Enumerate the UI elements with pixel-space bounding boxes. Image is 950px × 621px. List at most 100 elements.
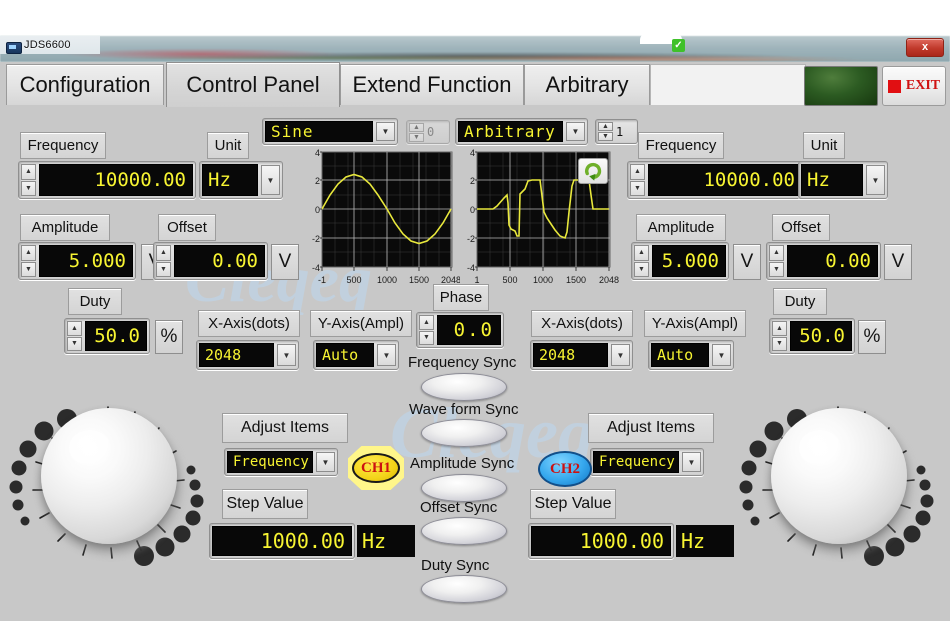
- ch1-unit-select[interactable]: Hz ▼: [199, 161, 283, 199]
- ch2-step-value-field[interactable]: 1000.00: [528, 523, 674, 559]
- svg-text:-4: -4: [467, 263, 475, 273]
- ch2-badge: CH2: [538, 451, 592, 487]
- ch2-frequency-field[interactable]: ▲ ▼ 10000.00: [627, 161, 805, 199]
- ch1-yaxis-value: Auto: [316, 343, 374, 367]
- ch2-xaxis-label: X-Axis(dots): [531, 310, 633, 337]
- ch2-waveform-index-stepper[interactable]: ▲ ▼ 1: [595, 119, 638, 144]
- ch1-waveform-select[interactable]: Sine ▼: [262, 118, 398, 145]
- ch1-rotary-knob[interactable]: [8, 395, 208, 580]
- chevron-down-icon[interactable]: ▼: [377, 344, 396, 366]
- ch1-duty-value: 50.0: [85, 321, 147, 351]
- chevron-down-icon[interactable]: ▼: [866, 165, 885, 195]
- ch2-xaxis-value: 2048: [533, 343, 608, 367]
- refresh-icon[interactable]: [578, 158, 608, 184]
- ch1-xaxis-label: X-Axis(dots): [198, 310, 300, 337]
- chevron-down-icon[interactable]: ▼: [277, 344, 296, 366]
- ch2-yaxis-select[interactable]: Auto ▼: [648, 340, 734, 370]
- ch2-unit-select[interactable]: Hz ▼: [798, 161, 888, 199]
- ch1-step-value: 1000.00: [212, 526, 352, 556]
- spinner[interactable]: ▲ ▼: [772, 321, 787, 351]
- exit-button[interactable]: EXIT: [882, 66, 946, 106]
- svg-text:0: 0: [315, 205, 320, 215]
- spinner[interactable]: ▲ ▼: [630, 164, 645, 196]
- ch2-frequency-label: Frequency: [638, 132, 724, 159]
- spinner[interactable]: ▲ ▼: [67, 321, 82, 351]
- spinner[interactable]: ▲ ▼: [419, 315, 434, 345]
- ch1-offset-label: Offset: [158, 214, 216, 241]
- spinner[interactable]: ▲ ▼: [21, 245, 36, 277]
- ch2-xaxis-select[interactable]: 2048 ▼: [530, 340, 633, 370]
- tab-extend-function[interactable]: Extend Function: [340, 64, 524, 105]
- ch1-offset-value: 0.00: [174, 245, 265, 277]
- knob-body[interactable]: [771, 408, 907, 544]
- green-check-icon: ✓: [672, 39, 685, 52]
- ch2-step-value-label: Step Value: [530, 489, 616, 519]
- ch2-adjust-items-select[interactable]: Frequency ▼: [590, 448, 704, 476]
- chevron-down-icon[interactable]: ▼: [712, 344, 731, 366]
- spinner[interactable]: ▲ ▼: [634, 245, 649, 277]
- tab-control-panel[interactable]: Control Panel: [166, 62, 340, 107]
- knob-body[interactable]: [41, 408, 177, 544]
- spinner[interactable]: ▲ ▼: [598, 122, 613, 141]
- spinner[interactable]: ▲ ▼: [21, 164, 36, 196]
- ch1-yaxis-select[interactable]: Auto ▼: [313, 340, 399, 370]
- ch1-adjust-items-value: Frequency: [227, 451, 313, 473]
- svg-text:1500: 1500: [566, 275, 586, 285]
- chevron-down-icon[interactable]: ▼: [611, 344, 630, 366]
- ch1-adjust-items-label: Adjust Items: [222, 413, 348, 443]
- ch2-step-value: 1000.00: [531, 526, 671, 556]
- amplitude-sync-button[interactable]: [421, 474, 507, 502]
- phase-field[interactable]: ▲ ▼ 0.0: [416, 312, 504, 348]
- ch2-adjust-items-label: Adjust Items: [588, 413, 714, 443]
- ch1-offset-field[interactable]: ▲ ▼ 0.00: [153, 242, 268, 280]
- chevron-down-icon[interactable]: ▼: [316, 452, 335, 472]
- app-root: ✓ JDS6600 x Cleqeq Cleqeq Configuration …: [0, 0, 950, 621]
- frequency-sync-label: Frequency Sync: [408, 354, 517, 371]
- waveform-sync-label: Wave form Sync: [409, 401, 519, 418]
- svg-text:2048: 2048: [599, 275, 619, 285]
- svg-text:-2: -2: [312, 234, 320, 244]
- ch2-frequency-value: 10000.00: [648, 164, 802, 196]
- ch1-frequency-value: 10000.00: [39, 164, 193, 196]
- tab-configuration[interactable]: Configuration: [6, 64, 164, 105]
- ch1-frequency-field[interactable]: ▲ ▼ 10000.00: [18, 161, 196, 199]
- duty-sync-button[interactable]: [421, 575, 507, 603]
- ch1-badge-label: CH1: [352, 453, 400, 483]
- chevron-down-icon[interactable]: ▼: [261, 165, 280, 195]
- ch1-adjust-items-select[interactable]: Frequency ▼: [224, 448, 338, 476]
- ch1-duty-unit: %: [155, 320, 183, 354]
- ch1-unit-label: Unit: [207, 132, 249, 159]
- tab-arbitrary[interactable]: Arbitrary: [524, 64, 650, 105]
- svg-text:2: 2: [470, 176, 475, 186]
- ch1-frequency-label: Frequency: [20, 132, 106, 159]
- close-window-button[interactable]: x: [906, 38, 944, 57]
- frequency-sync-button[interactable]: [421, 373, 507, 401]
- ch1-amplitude-field[interactable]: ▲ ▼ 5.000: [18, 242, 136, 280]
- ch2-unit-label: Unit: [803, 132, 845, 159]
- ch1-waveform-value: Sine: [265, 121, 373, 142]
- ch2-amplitude-field[interactable]: ▲ ▼ 5.000: [631, 242, 729, 280]
- ch2-offset-field[interactable]: ▲ ▼ 0.00: [766, 242, 881, 280]
- waveform-sync-button[interactable]: [421, 419, 507, 447]
- ch2-waveform-select[interactable]: Arbitrary ▼: [455, 118, 588, 145]
- offset-sync-button[interactable]: [421, 517, 507, 545]
- phase-label: Phase: [433, 284, 489, 311]
- ch1-duty-label: Duty: [68, 288, 122, 315]
- ch2-offset-label: Offset: [772, 214, 830, 241]
- tab-bar: Configuration Control Panel Extend Funct…: [0, 62, 950, 107]
- ch1-xaxis-select[interactable]: 2048 ▼: [196, 340, 299, 370]
- ch2-yaxis-label: Y-Axis(Ampl): [644, 310, 746, 337]
- spinner[interactable]: ▲ ▼: [156, 245, 171, 277]
- chevron-down-icon[interactable]: ▼: [566, 122, 585, 141]
- ch1-duty-field[interactable]: ▲ ▼ 50.0: [64, 318, 150, 354]
- ch2-duty-value: 50.0: [790, 321, 852, 351]
- chevron-down-icon[interactable]: ▼: [682, 452, 701, 472]
- ch1-unit-value: Hz: [202, 164, 258, 196]
- ch1-step-value-field[interactable]: 1000.00: [209, 523, 355, 559]
- chevron-down-icon[interactable]: ▼: [376, 122, 395, 141]
- ch2-rotary-knob[interactable]: [738, 395, 938, 580]
- ch2-duty-label: Duty: [773, 288, 827, 315]
- spinner[interactable]: ▲ ▼: [769, 245, 784, 277]
- exit-button-label: EXIT: [905, 78, 941, 93]
- ch2-duty-field[interactable]: ▲ ▼ 50.0: [769, 318, 855, 354]
